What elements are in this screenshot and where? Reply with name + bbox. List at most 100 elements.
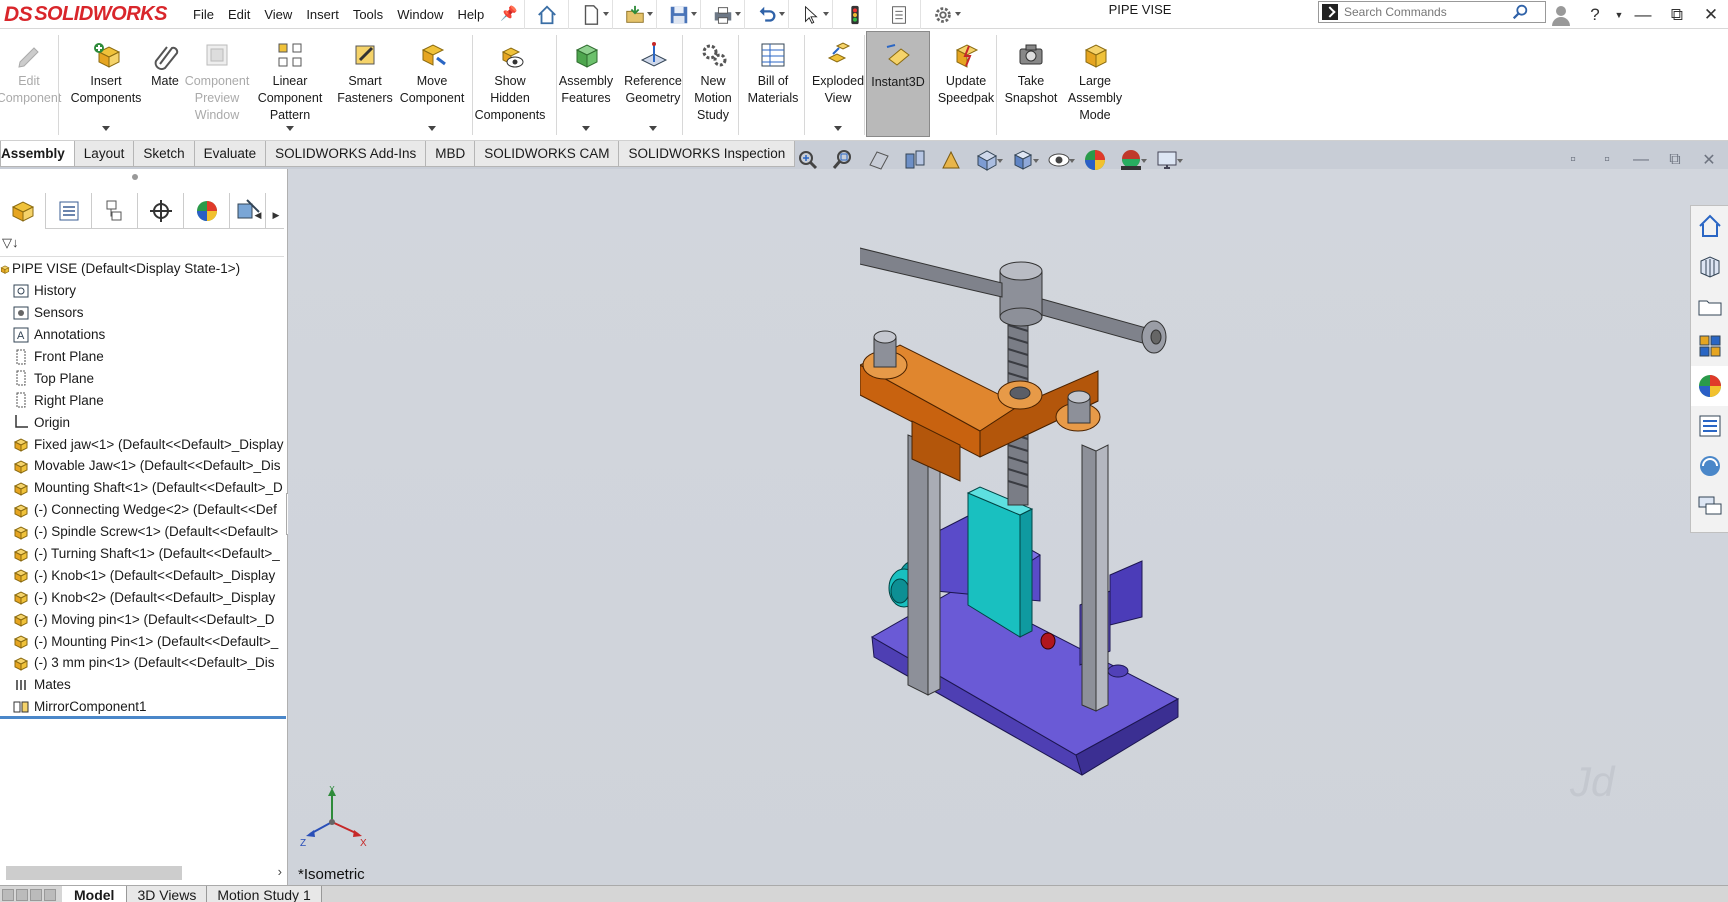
new-document-icon[interactable]: [568, 0, 612, 29]
tree-item[interactable]: Mounting Shaft<1> (Default<<Default>_D: [0, 477, 286, 499]
display-manager-tab-icon[interactable]: [184, 193, 230, 229]
previous-view-icon[interactable]: [862, 148, 896, 172]
tree-item[interactable]: (-) Spindle Screw<1> (Default<<Default>: [0, 521, 286, 543]
scroll-right-arrow-icon[interactable]: ›: [278, 864, 282, 879]
tree-item[interactable]: History: [0, 280, 286, 302]
tile-left-icon[interactable]: ▫: [1560, 150, 1586, 170]
menu-file[interactable]: File: [186, 7, 221, 22]
appearances-scenes-icon[interactable]: [1691, 366, 1728, 406]
next-tab-icon[interactable]: [30, 888, 42, 901]
reference-geometry-command-button[interactable]: Reference Geometry: [620, 31, 686, 137]
save-icon[interactable]: [656, 0, 700, 29]
linear-pattern-command-button[interactable]: Linear Component Pattern: [250, 31, 330, 137]
tree-item[interactable]: Origin: [0, 411, 286, 433]
menu-view[interactable]: View: [257, 7, 299, 22]
help-icon[interactable]: ?: [1578, 3, 1612, 27]
feature-manager-tab-icon[interactable]: [0, 193, 46, 229]
speedpak-command-button[interactable]: Update Speedpak: [932, 31, 1000, 137]
tree-item[interactable]: Front Plane: [0, 346, 286, 368]
tab-layout[interactable]: Layout: [73, 141, 135, 167]
menu-tools[interactable]: Tools: [346, 7, 390, 22]
dynamic-annotation-icon[interactable]: [934, 148, 968, 172]
tree-root-assembly[interactable]: PIPE VISE (Default<Display State-1>): [0, 258, 286, 280]
property-manager-tab-icon[interactable]: [46, 193, 92, 229]
zoom-to-fit-icon[interactable]: [790, 148, 824, 172]
motion-study-command-button[interactable]: New Motion Study: [686, 31, 740, 137]
tab-evaluate[interactable]: Evaluate: [193, 141, 267, 167]
tab-assembly[interactable]: Assembly: [0, 141, 75, 167]
home-icon[interactable]: [524, 0, 568, 29]
tree-item[interactable]: (-) Moving pin<1> (Default<<Default>_D: [0, 608, 286, 630]
insert-components-command-button[interactable]: Insert Components: [66, 31, 146, 137]
search-commands-field[interactable]: Search Commands: [1318, 1, 1546, 23]
tab-mbd[interactable]: MBD: [425, 141, 476, 167]
tree-horizontal-scrollbar[interactable]: ›: [6, 864, 282, 880]
prev-tab-icon[interactable]: [16, 888, 28, 901]
tree-item[interactable]: Fixed jaw<1> (Default<<Default>_Display: [0, 433, 286, 455]
bottom-tab-motion-study-1[interactable]: Motion Study 1: [207, 886, 322, 902]
select-cursor-icon[interactable]: [788, 0, 832, 29]
menu-help[interactable]: Help: [450, 7, 491, 22]
tab-solidworks-inspection[interactable]: SOLIDWORKS Inspection: [618, 141, 796, 167]
tile-right-icon[interactable]: ▫: [1594, 150, 1620, 170]
tree-item[interactable]: A Annotations: [0, 324, 286, 346]
instant3d-command-button[interactable]: Instant3D: [866, 31, 930, 137]
assembly-features-command-button[interactable]: Assembly Features: [552, 31, 620, 137]
solidworks-logo[interactable]: DS SOLIDWORKS: [0, 0, 168, 29]
view-orientation-icon[interactable]: [970, 148, 1004, 172]
pipe-vise-model[interactable]: [860, 245, 1200, 805]
doc-restore-icon[interactable]: ⧉: [1662, 150, 1688, 170]
edit-appearance-icon[interactable]: [1078, 148, 1112, 172]
mate-paperclip-command-button[interactable]: Mate: [146, 31, 184, 137]
file-explorer-icon[interactable]: [1691, 286, 1728, 326]
open-icon[interactable]: [612, 0, 656, 29]
configuration-manager-tab-icon[interactable]: [92, 193, 138, 229]
search-icon[interactable]: [1511, 3, 1529, 21]
tree-rollback-bar[interactable]: [0, 716, 286, 719]
edit-component-command-button[interactable]: Edit Component: [0, 31, 61, 137]
component-preview-command-button[interactable]: Component Preview Window: [184, 31, 250, 137]
tree-item[interactable]: (-) Mounting Pin<1> (Default<<Default>_: [0, 630, 286, 652]
chevron-down-icon[interactable]: [649, 126, 657, 131]
tab-solidworks-add-ins[interactable]: SOLIDWORKS Add-Ins: [265, 141, 427, 167]
file-properties-icon[interactable]: [876, 0, 920, 29]
tree-item[interactable]: (-) Turning Shaft<1> (Default<<Default>_: [0, 543, 286, 565]
solidworks-resources-icon[interactable]: [1691, 206, 1728, 246]
panel-resize-grip[interactable]: [132, 174, 138, 180]
filter-icon[interactable]: ▽↓: [2, 235, 19, 250]
tree-item[interactable]: Sensors: [0, 302, 286, 324]
minimize-icon[interactable]: —: [1626, 3, 1660, 27]
chevron-down-icon[interactable]: [834, 126, 842, 131]
menu-window[interactable]: Window: [390, 7, 450, 22]
doc-close-icon[interactable]: ✕: [1696, 150, 1722, 170]
view-settings-icon[interactable]: [1150, 148, 1184, 172]
chevron-down-icon[interactable]: [582, 126, 590, 131]
smart-fasteners-command-button[interactable]: Smart Fasteners: [334, 31, 396, 137]
chevron-down-icon[interactable]: [102, 126, 110, 131]
menu-insert[interactable]: Insert: [299, 7, 346, 22]
doc-minimize-icon[interactable]: —: [1628, 150, 1654, 170]
tree-filter[interactable]: ▽↓: [0, 235, 284, 257]
user-account-icon[interactable]: [1544, 3, 1578, 27]
dimxpert-manager-tab-icon[interactable]: [138, 193, 184, 229]
tab-sketch[interactable]: Sketch: [133, 141, 195, 167]
scroll-left-icon[interactable]: ◀: [250, 206, 266, 224]
chevron-down-icon[interactable]: [286, 126, 294, 131]
solidworks-forum-icon[interactable]: [1691, 446, 1728, 486]
show-hidden-command-button[interactable]: Show Hidden Components: [468, 31, 552, 137]
camera-command-button[interactable]: Take Snapshot: [1000, 31, 1062, 137]
tree-item[interactable]: (-) Knob<1> (Default<<Default>_Display: [0, 564, 286, 586]
rebuild-traffic-light-icon[interactable]: [832, 0, 876, 29]
last-tab-icon[interactable]: [44, 888, 56, 901]
search-mode-icon[interactable]: [1322, 4, 1338, 20]
bill-of-materials-command-button[interactable]: Bill of Materials: [740, 31, 806, 137]
exploded-view-command-button[interactable]: Exploded View: [806, 31, 870, 137]
help-dropdown-icon[interactable]: ▼: [1612, 3, 1626, 27]
undo-icon[interactable]: [744, 0, 788, 29]
tree-item[interactable]: (-) Knob<2> (Default<<Default>_Display: [0, 586, 286, 608]
scrollbar-thumb[interactable]: [6, 866, 182, 880]
bottom-tab-3d-views[interactable]: 3D Views: [127, 886, 208, 902]
tab-solidworks-cam[interactable]: SOLIDWORKS CAM: [474, 141, 620, 167]
tree-item[interactable]: (-) 3 mm pin<1> (Default<<Default>_Dis: [0, 652, 286, 674]
tree-item[interactable]: Right Plane: [0, 389, 286, 411]
